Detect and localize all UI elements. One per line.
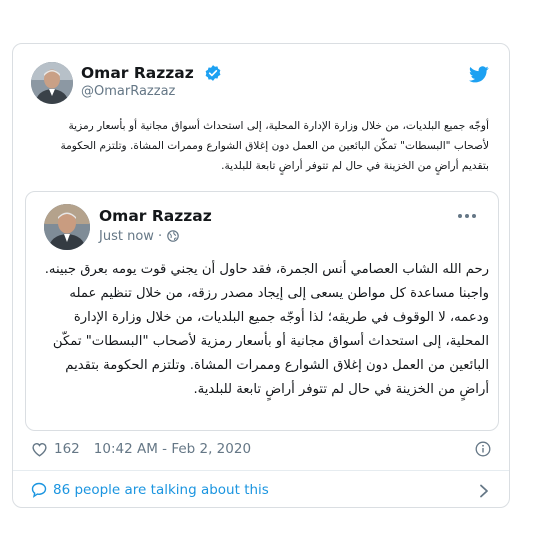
divider <box>13 470 509 471</box>
tweet-text: أوجّه جميع البلديات، من خلال وزارة الإدا… <box>60 120 489 172</box>
more-dots-icon[interactable] <box>457 211 477 221</box>
like-count[interactable]: 162 <box>54 441 80 457</box>
author-name[interactable]: Omar Razzaz <box>81 64 194 82</box>
author-avatar[interactable] <box>31 62 73 104</box>
talking-text[interactable]: 86 people are talking about this <box>53 482 269 498</box>
quoted-tweet-text: رحم الله الشاب العصامي أنس الجمرة، فقد ح… <box>44 262 489 397</box>
globe-icon <box>167 230 179 242</box>
info-icon[interactable] <box>475 441 491 457</box>
tweet-card[interactable]: Omar Razzaz @OmarRazzaz أوجّه جميع البلد… <box>12 43 510 508</box>
quoted-author-name[interactable]: Omar Razzaz <box>99 207 212 225</box>
author-handle[interactable]: @OmarRazzaz <box>81 84 175 99</box>
quoted-timestamp[interactable]: Just now · <box>99 229 162 244</box>
quoted-author-avatar[interactable] <box>44 204 90 250</box>
tweet-meta: 162 10:42 AM - Feb 2, 2020 <box>31 440 251 458</box>
verified-badge-icon <box>205 65 221 81</box>
speech-bubble-icon <box>31 482 47 498</box>
twitter-bird-icon[interactable] <box>469 66 489 83</box>
heart-icon[interactable] <box>31 441 48 457</box>
talking-link[interactable]: 86 people are talking about this <box>31 480 269 500</box>
tweet-timestamp[interactable]: 10:42 AM - Feb 2, 2020 <box>94 441 251 457</box>
chevron-right-icon[interactable] <box>479 484 489 498</box>
